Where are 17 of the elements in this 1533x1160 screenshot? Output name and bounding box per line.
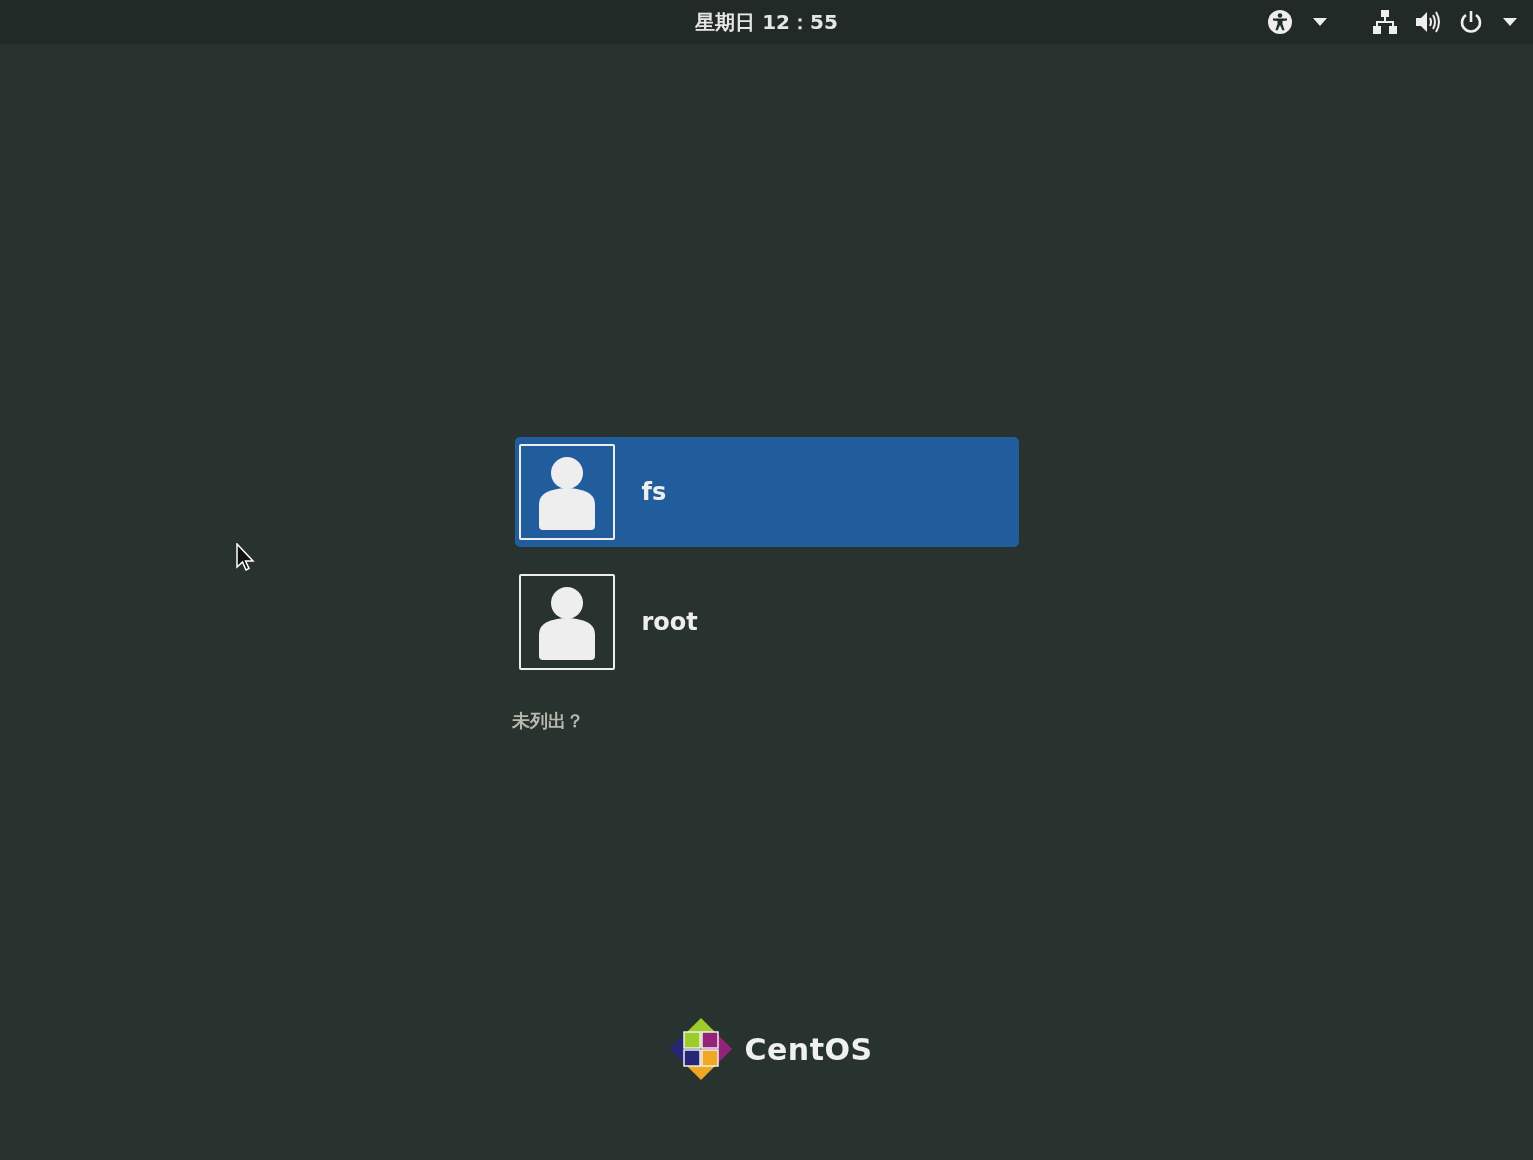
person-icon [536, 586, 597, 662]
user-name: fs [641, 478, 667, 506]
caret-icon[interactable] [1313, 18, 1327, 26]
power-icon[interactable] [1459, 10, 1483, 34]
not-listed-link[interactable]: 未列出？ [511, 709, 584, 733]
mouse-pointer-icon [236, 543, 256, 573]
user-list-item[interactable]: fs [514, 437, 1019, 547]
network-icon[interactable] [1373, 10, 1397, 34]
user-name: root [641, 608, 698, 636]
logo-icon [668, 1016, 735, 1082]
clock[interactable]: 星期日 12：55 [695, 8, 838, 36]
speaker-icon[interactable] [1415, 10, 1441, 34]
caret-icon[interactable] [1503, 18, 1517, 26]
accessibility-icon[interactable] [1267, 9, 1293, 35]
person-icon [536, 456, 597, 532]
logo-text: CentOS [744, 1031, 873, 1067]
user-list-item[interactable]: root [514, 567, 1019, 677]
